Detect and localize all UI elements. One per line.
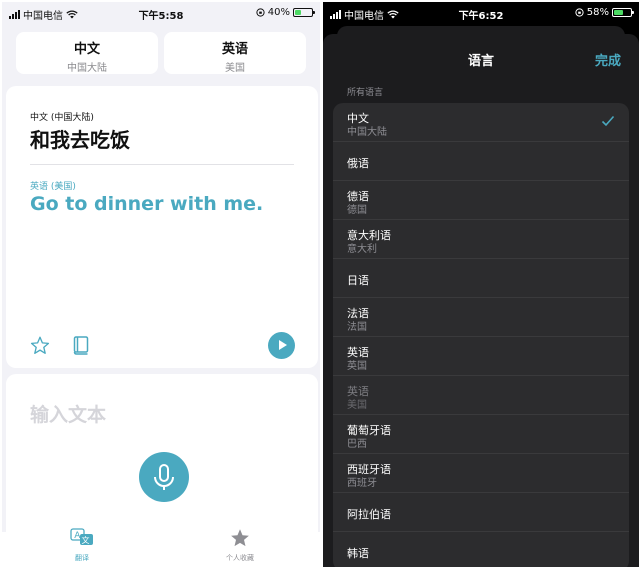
- language-region: 意大利: [347, 244, 377, 255]
- language-region: 美国: [347, 400, 367, 411]
- language-list: 中文 中国大陆 俄语 德语 德国 意大利语 意大利 日语 法语 法国 英语 英国 英语 美国 葡萄牙语 巴西西…: [333, 103, 629, 567]
- language-region: 英国: [347, 361, 367, 372]
- language-name: 韩语: [347, 547, 369, 560]
- language-row[interactable]: 葡萄牙语 巴西: [333, 415, 629, 454]
- translation-card: 中文 (中国大陆) 和我去吃饭 英语 (美国) Go to dinner wit…: [6, 86, 318, 368]
- language-picker-screen: 中国电信 下午6:52 58% 语言 完成 所有语言 中文 中国大陆 俄语 德语 德国意…: [323, 2, 639, 567]
- translate-screen: 中国电信 下午5:58 40% 中文 中国大陆 英语 美国 中文 (中国大陆) …: [2, 2, 320, 567]
- language-row[interactable]: 俄语: [333, 142, 629, 181]
- tab-favorites[interactable]: 个人收藏: [210, 529, 270, 563]
- status-bar: 中国电信 下午5:58 40%: [2, 2, 320, 24]
- source-text: 和我去吃饭: [30, 128, 130, 152]
- battery-percent: 58%: [586, 7, 609, 18]
- microphone-button[interactable]: [139, 452, 189, 502]
- target-language-name: 英语: [221, 42, 248, 57]
- language-row[interactable]: 英语 英国: [333, 337, 629, 376]
- orientation-lock-icon: [575, 8, 584, 17]
- svg-text:文: 文: [82, 535, 90, 545]
- tab-bar: A 文 翻译 个人收藏: [2, 528, 320, 567]
- tab-translate-label: 翻译: [75, 554, 89, 562]
- language-region: 中国大陆: [347, 127, 387, 138]
- card-divider: [30, 164, 294, 165]
- status-bar: 中国电信 下午6:52 58%: [323, 2, 639, 24]
- orientation-lock-icon: [256, 8, 265, 17]
- language-name: 阿拉伯语: [347, 508, 391, 521]
- favorite-star-icon[interactable]: [30, 336, 50, 355]
- target-lang-label: 英语 (美国): [30, 182, 76, 192]
- language-row[interactable]: 德语 德国: [333, 181, 629, 220]
- language-row[interactable]: 西班牙语 西班牙: [333, 454, 629, 493]
- language-region: 法国: [347, 322, 367, 333]
- language-region: 西班牙: [347, 478, 377, 489]
- language-name: 俄语: [347, 157, 369, 170]
- translate-icon: A 文: [70, 528, 93, 545]
- text-input-area[interactable]: 输入文本: [6, 374, 318, 534]
- tab-translate[interactable]: A 文 翻译: [52, 528, 112, 563]
- language-row[interactable]: 阿拉伯语: [333, 493, 629, 532]
- language-row[interactable]: 意大利语 意大利: [333, 220, 629, 259]
- section-header: 所有语言: [347, 88, 384, 98]
- text-input-placeholder[interactable]: 输入文本: [30, 400, 106, 427]
- target-language-button[interactable]: 英语 美国: [164, 32, 306, 74]
- language-region: 巴西: [347, 439, 367, 450]
- source-language-name: 中文: [73, 42, 100, 57]
- tab-favorites-label: 个人收藏: [226, 554, 254, 562]
- source-lang-label: 中文 (中国大陆): [30, 113, 94, 123]
- language-row[interactable]: 法语 法国: [333, 298, 629, 337]
- source-language-region: 中国大陆: [67, 63, 107, 74]
- language-name: 日语: [347, 274, 369, 287]
- language-row[interactable]: 英语 美国: [333, 376, 629, 415]
- battery-percent: 40%: [267, 7, 290, 18]
- source-language-button[interactable]: 中文 中国大陆: [16, 32, 158, 74]
- language-row[interactable]: 日语: [333, 259, 629, 298]
- star-icon: [231, 529, 249, 547]
- target-language-region: 美国: [225, 63, 245, 74]
- dictionary-book-icon[interactable]: [73, 336, 89, 355]
- language-region: 德国: [347, 205, 367, 216]
- language-row[interactable]: 韩语: [333, 532, 629, 567]
- microphone-icon: [154, 464, 174, 490]
- language-sheet: 语言 完成 所有语言 中文 中国大陆俄语德语 德国 意大利语 意大利日语法语 法国 英语 英国…: [323, 34, 639, 567]
- battery-icon: [293, 8, 315, 17]
- done-button[interactable]: 完成: [595, 50, 621, 69]
- checkmark-icon: [601, 115, 615, 127]
- sheet-title: 语言: [467, 54, 494, 69]
- play-audio-button[interactable]: [268, 332, 295, 359]
- language-row[interactable]: 中文 中国大陆: [333, 103, 629, 142]
- battery-icon: [612, 8, 634, 17]
- translated-text: Go to dinner with me.: [30, 193, 264, 215]
